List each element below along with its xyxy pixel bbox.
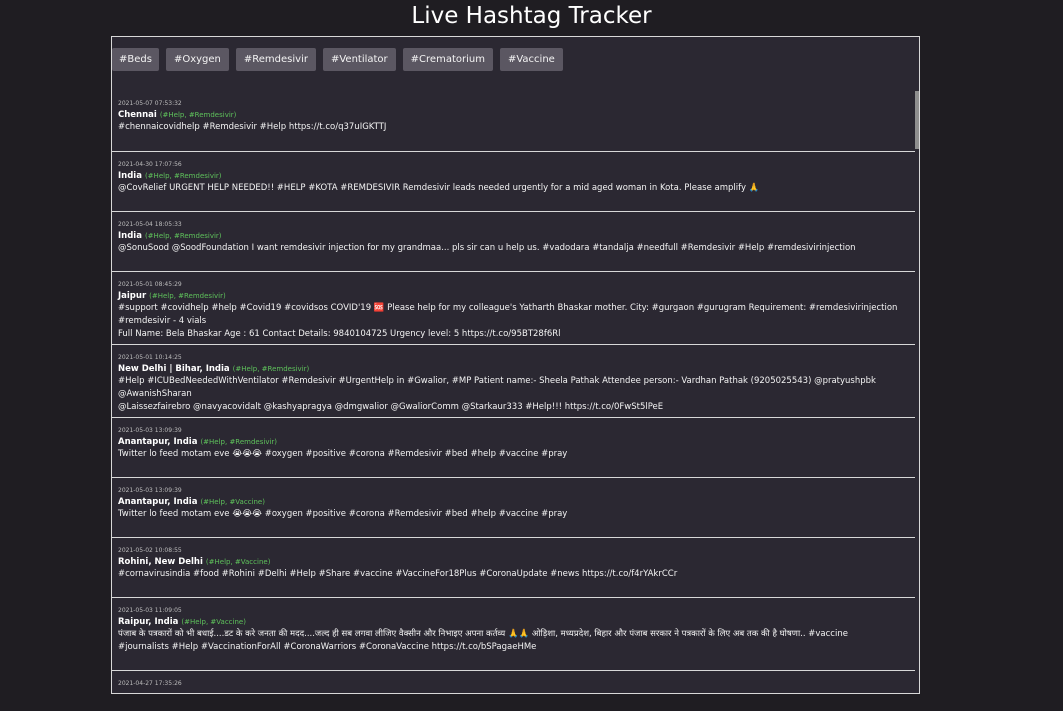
tracker-panel: #Beds #Oxygen #Remdesivir #Ventilator #C… bbox=[111, 36, 920, 694]
tweet-feed[interactable]: 2021-05-07 07:53:32 Chennai (#Help, #Remd… bbox=[112, 91, 915, 693]
post-location: Anantapur, India bbox=[118, 497, 198, 507]
tab-ventilator[interactable]: #Ventilator bbox=[322, 48, 396, 71]
post-location: New Delhi | Bihar, India bbox=[118, 364, 230, 374]
post-text: पंजाब के पत्रकारों को भी बधाई....डट के क… bbox=[118, 629, 848, 652]
post-text: #cornavirusindia #food #Rohini #Delhi #H… bbox=[118, 569, 678, 579]
feed-scrollbar[interactable] bbox=[915, 91, 919, 693]
post-time: 2021-05-01 08:45:29 bbox=[118, 281, 182, 288]
tab-beds[interactable]: #Beds bbox=[112, 48, 159, 71]
post-location: Anantapur, India bbox=[118, 437, 198, 447]
post-card: 2021-05-04 18:05:33 India (#Help, #Remdes… bbox=[112, 211, 915, 271]
page-title: Live Hashtag Tracker bbox=[411, 3, 652, 29]
post-location: Chennai bbox=[118, 110, 157, 120]
post-card: 2021-05-03 13:09:39 Anantapur, India (#He… bbox=[112, 417, 915, 477]
post-card: 2021-05-02 10:08:55 Rohini, New Delhi (#H… bbox=[112, 537, 915, 597]
hashtag-tabs: #Beds #Oxygen #Remdesivir #Ventilator #C… bbox=[112, 48, 563, 71]
post-card: 2021-05-07 07:53:32 Chennai (#Help, #Remd… bbox=[112, 91, 915, 151]
post-card: 2021-05-03 13:09:39 Anantapur, India (#He… bbox=[112, 477, 915, 537]
post-card: 2021-04-30 17:07:56 India (#Help, #Remdes… bbox=[112, 151, 915, 211]
tab-vaccine[interactable]: #Vaccine bbox=[499, 48, 563, 71]
post-tags: (#Help, #Remdesivir) bbox=[149, 292, 226, 300]
post-tags: (#Help, #Remdesivir) bbox=[159, 111, 237, 119]
post-time: 2021-04-27 17:35:26 bbox=[118, 680, 182, 687]
tab-crematorium[interactable]: #Crematorium bbox=[402, 48, 493, 71]
post-time: 2021-05-02 10:08:55 bbox=[118, 547, 182, 554]
post-tags: (#Help, #Remdesivir) bbox=[232, 365, 310, 373]
post-card: 2021-05-03 11:09:05 Raipur, India (#Help,… bbox=[112, 597, 915, 670]
post-card: 2021-04-27 17:35:26 bbox=[112, 670, 915, 693]
post-location: Raipur, India bbox=[118, 617, 179, 627]
post-time: 2021-04-30 17:07:56 bbox=[118, 161, 182, 168]
tab-remdesivir[interactable]: #Remdesivir bbox=[235, 48, 316, 71]
post-text: @SonuSood @SoodFoundation I want remdesi… bbox=[118, 243, 856, 253]
tab-oxygen[interactable]: #Oxygen bbox=[165, 48, 229, 71]
post-tags: (#Help, #Remdesivir) bbox=[144, 232, 222, 240]
post-location: India bbox=[118, 171, 142, 181]
post-location: India bbox=[118, 231, 142, 241]
post-time: 2021-05-04 18:05:33 bbox=[118, 221, 182, 228]
post-card: 2021-05-01 10:14:25 New Delhi | Bihar, I… bbox=[112, 344, 915, 417]
post-card: 2021-05-01 08:45:29 Jaipur (#Help, #Remde… bbox=[112, 271, 915, 344]
post-text: #Help #ICUBedNeededWithVentilator #Remde… bbox=[118, 376, 876, 412]
scrollbar-thumb[interactable] bbox=[915, 91, 919, 149]
post-time: 2021-05-01 10:14:25 bbox=[118, 354, 182, 361]
post-tags: (#Help, #Remdesivir) bbox=[144, 172, 222, 180]
post-time: 2021-05-03 13:09:39 bbox=[118, 487, 182, 494]
post-tags: (#Help, #Vaccine) bbox=[181, 618, 246, 626]
post-time: 2021-05-03 13:09:39 bbox=[118, 427, 182, 434]
post-tags: (#Help, #Remdesivir) bbox=[200, 438, 278, 446]
post-tags: (#Help, #Vaccine) bbox=[200, 498, 265, 506]
post-tags: (#Help, #Vaccine) bbox=[205, 558, 271, 566]
post-location: Jaipur bbox=[118, 291, 147, 301]
post-text: @CovRelief URGENT HELP NEEDED!! #HELP #K… bbox=[118, 183, 760, 193]
post-location: Rohini, New Delhi bbox=[118, 557, 203, 567]
post-text: Twitter lo feed motam eve 😭😭😭 #oxygen #p… bbox=[118, 449, 568, 459]
post-text: #support #covidhelp #help #Covid19 #covi… bbox=[118, 303, 898, 339]
post-text: #chennaicovidhelp #Remdesivir #Help http… bbox=[118, 122, 387, 132]
post-text: Twitter lo feed motam eve 😭😭😭 #oxygen #p… bbox=[118, 509, 568, 519]
post-time: 2021-05-03 11:09:05 bbox=[118, 607, 182, 614]
post-time: 2021-05-07 07:53:32 bbox=[118, 100, 182, 107]
